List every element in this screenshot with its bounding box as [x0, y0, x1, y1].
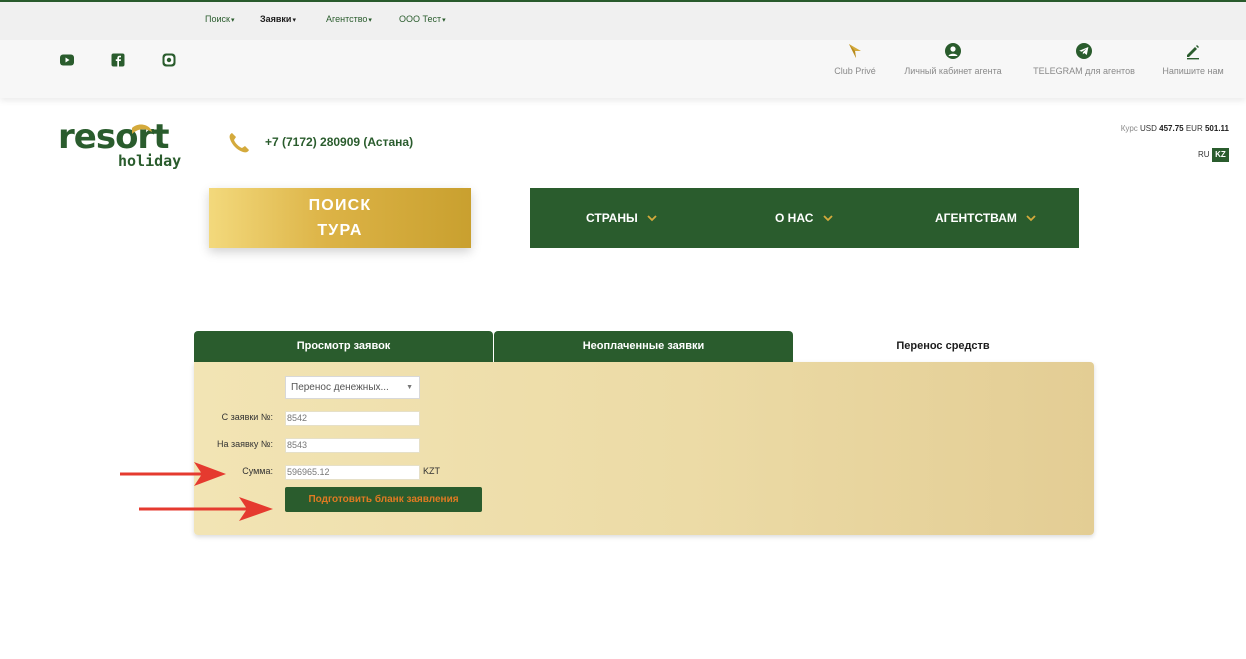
- from-order-label: С заявки №:: [221, 412, 273, 422]
- red-arrow-annotation: [139, 497, 273, 521]
- logo-graphic: resort holiday: [58, 117, 181, 170]
- pencil-icon: [1187, 45, 1199, 60]
- menu-item-agency[interactable]: Агентство▾: [326, 14, 372, 24]
- nav-label: СТРАНЫ: [586, 211, 638, 225]
- logo-text-line2: holiday: [118, 152, 181, 170]
- quick-link-label: TELEGRAM для агентов: [1033, 66, 1135, 76]
- menu-item-label: Агентство: [326, 14, 368, 24]
- tab-funds-transfer[interactable]: Перенос средств: [793, 331, 1093, 362]
- user-icon: [945, 43, 961, 59]
- facebook-icon[interactable]: [110, 53, 126, 67]
- prepare-application-button[interactable]: Подготовить бланк заявления: [285, 487, 482, 512]
- chevron-down-icon: [1026, 215, 1036, 222]
- quick-link-label: Club Privé: [834, 66, 876, 76]
- phone-number[interactable]: +7 (7172) 280909 (Астана): [265, 135, 413, 149]
- lang-ru[interactable]: RU: [1198, 148, 1210, 162]
- from-order-input[interactable]: 8542: [285, 411, 420, 426]
- operation-select-value: Перенос денежных...: [291, 382, 389, 393]
- usd-label: USD: [1140, 124, 1157, 133]
- quick-link-write-us[interactable]: Напишите нам: [1133, 38, 1246, 76]
- menu-item-label: Поиск: [205, 14, 230, 24]
- to-order-label: На заявку №:: [217, 439, 273, 449]
- instagram-icon[interactable]: [161, 53, 177, 67]
- menu-item-label: ООО Тест: [399, 14, 442, 24]
- lang-kz[interactable]: KZ: [1212, 148, 1229, 162]
- caret-down-icon: ▾: [442, 17, 446, 24]
- youtube-icon[interactable]: [59, 53, 75, 67]
- logo-text-line1: resort: [58, 117, 169, 157]
- operation-select[interactable]: Перенос денежных... ▼: [285, 376, 420, 399]
- menu-item-label: Заявки: [260, 14, 292, 24]
- rates-label: Курс: [1120, 124, 1138, 133]
- nav-label: О НАС: [775, 211, 814, 225]
- chevron-down-icon: [647, 215, 657, 222]
- main-nav: СТРАНЫ О НАС АГЕНТСТВАМ: [530, 188, 1079, 248]
- currency-label: KZT: [423, 466, 440, 476]
- caret-down-icon: ▾: [230, 17, 235, 24]
- to-order-input[interactable]: 8543: [285, 438, 420, 453]
- menu-item-search[interactable]: Поиск▾: [205, 14, 234, 24]
- tab-view-orders[interactable]: Просмотр заявок: [194, 331, 493, 362]
- quick-link-label: Личный кабинет агента: [904, 66, 1002, 76]
- caret-down-icon: ▼: [406, 384, 413, 391]
- tab-unpaid-orders[interactable]: Неоплаченные заявки: [494, 331, 793, 362]
- telegram-icon: [1076, 43, 1092, 59]
- nav-label: АГЕНТСТВАМ: [935, 211, 1017, 225]
- resort-holiday-logo[interactable]: resort holiday: [56, 114, 186, 172]
- top-menu-strip: [0, 2, 1246, 40]
- quick-link-agent-cabinet[interactable]: Личный кабинет агента: [893, 38, 1013, 76]
- caret-down-icon: ▾: [292, 17, 296, 24]
- quick-link-telegram[interactable]: TELEGRAM для агентов: [1024, 38, 1144, 76]
- caret-down-icon: ▾: [368, 17, 372, 24]
- red-arrow-annotation: [120, 462, 226, 486]
- sum-input[interactable]: 596965.12: [285, 465, 420, 480]
- quick-link-label: Напишите нам: [1162, 66, 1224, 76]
- search-tour-button[interactable]: ПОИСК ТУРА: [209, 188, 471, 248]
- chevron-down-icon: [823, 215, 833, 222]
- menu-item-orders[interactable]: Заявки▾: [260, 14, 296, 24]
- nav-about[interactable]: О НАС: [775, 188, 833, 248]
- eur-rate: 501.11: [1204, 124, 1229, 133]
- nav-agencies[interactable]: АГЕНТСТВАМ: [935, 188, 1036, 248]
- menu-item-company[interactable]: ООО Тест▾: [399, 14, 446, 24]
- phone-icon: [229, 133, 249, 153]
- nav-countries[interactable]: СТРАНЫ: [586, 188, 657, 248]
- eur-label: EUR: [1185, 124, 1203, 133]
- search-tour-label: ПОИСК ТУРА: [308, 197, 372, 239]
- usd-rate: 457.75: [1159, 124, 1184, 133]
- exchange-rates: Курс USD 457.75 EUR 501.11: [1121, 124, 1229, 133]
- compass-icon: [849, 44, 861, 58]
